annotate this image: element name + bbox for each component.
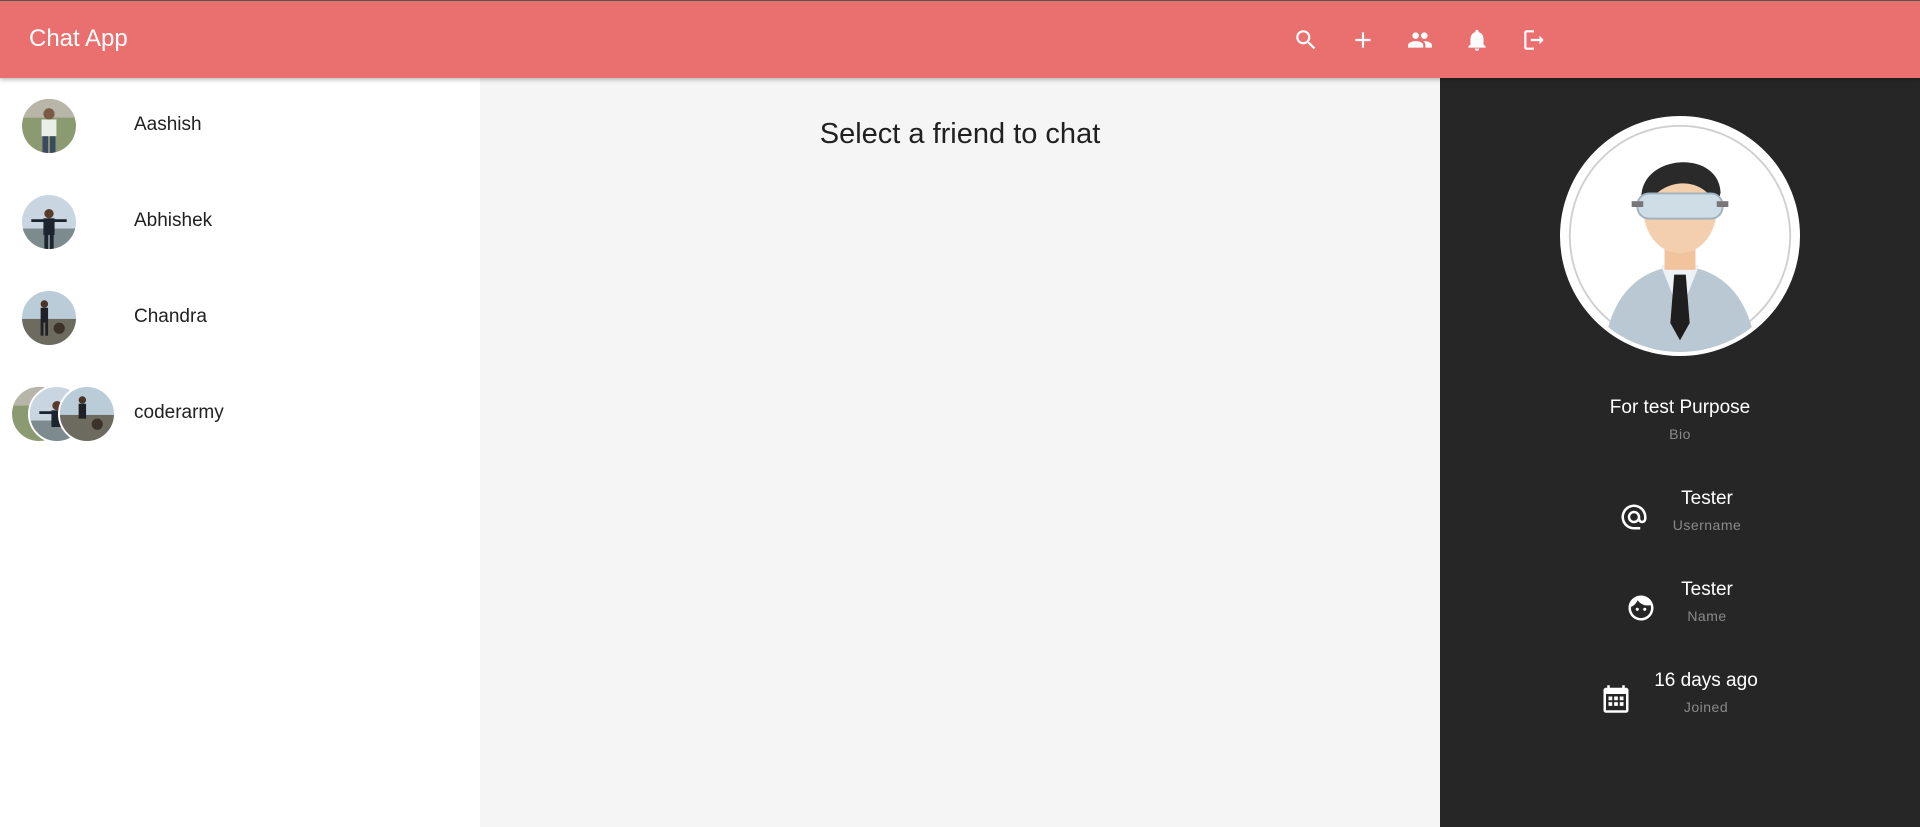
friend-item-aashish[interactable]: Aashish xyxy=(0,78,480,174)
logout-icon xyxy=(1524,30,1544,50)
joined-value: 16 days ago xyxy=(1654,670,1758,691)
avatar xyxy=(20,97,78,155)
friend-name: Aashish xyxy=(134,114,202,135)
friend-item-abhishek[interactable]: Abhishek xyxy=(0,174,480,270)
bio-value: For test Purpose xyxy=(1609,397,1751,418)
profile-joined: 16 days ago Joined xyxy=(1601,670,1801,730)
empty-chat-prompt: Select a friend to chat xyxy=(819,118,1101,150)
calendar-icon xyxy=(1601,684,1631,714)
profile-name: Tester Name xyxy=(1626,579,1766,639)
bell-icon xyxy=(1468,29,1486,51)
friend-name: coderarmy xyxy=(134,402,224,423)
group-avatar-member xyxy=(58,385,116,443)
new-group-button[interactable] xyxy=(1345,22,1381,58)
username-value: Tester xyxy=(1681,488,1733,509)
avatar xyxy=(20,289,78,347)
app-bar: Chat App xyxy=(0,0,1920,78)
face-icon xyxy=(1626,593,1656,623)
friends-sidebar: Aashish Abhishek Chandra coderarmy xyxy=(0,78,480,827)
logout-button[interactable] xyxy=(1516,22,1552,58)
chat-area: Select a friend to chat xyxy=(480,78,1440,827)
notifications-button[interactable] xyxy=(1459,22,1495,58)
profile-username: Tester Username xyxy=(1619,488,1779,548)
friend-name: Chandra xyxy=(134,306,207,327)
joined-label: Joined xyxy=(1683,699,1729,715)
name-label: Name xyxy=(1687,608,1727,624)
username-label: Username xyxy=(1672,517,1742,533)
app-title: Chat App xyxy=(29,25,128,52)
at-sign-icon xyxy=(1619,502,1649,532)
search-icon xyxy=(1296,30,1316,50)
profile-panel: For test Purpose Bio Tester Username Tes… xyxy=(1440,78,1920,827)
profile-avatar xyxy=(1560,116,1800,356)
friend-item-coderarmy[interactable]: coderarmy xyxy=(0,366,480,462)
avatar xyxy=(20,193,78,251)
profile-bio: For test Purpose Bio xyxy=(1440,397,1920,442)
search-button[interactable] xyxy=(1288,22,1324,58)
bio-label: Bio xyxy=(1669,426,1691,442)
friend-name: Abhishek xyxy=(134,210,213,231)
groups-button[interactable] xyxy=(1402,22,1438,58)
plus-icon xyxy=(1355,32,1371,48)
group-icon xyxy=(1408,32,1432,48)
name-value: Tester xyxy=(1681,579,1733,600)
friend-item-chandra[interactable]: Chandra xyxy=(0,270,480,366)
